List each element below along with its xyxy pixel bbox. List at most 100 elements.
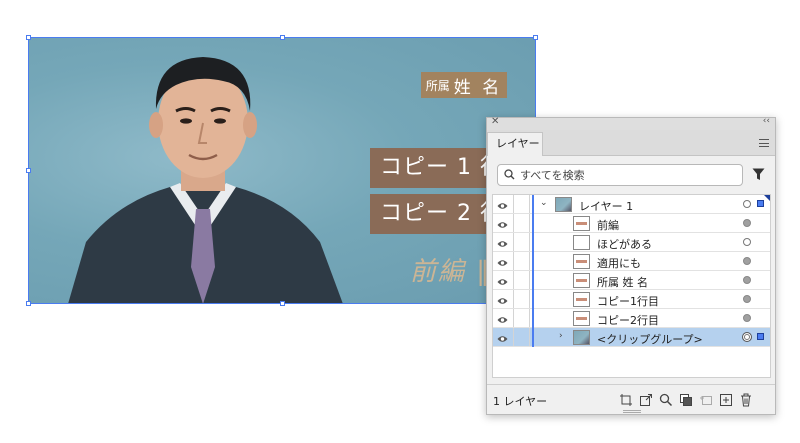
current-layer-corner-icon [764, 195, 770, 201]
resize-handle-bottom[interactable] [280, 301, 285, 306]
locate-object-icon[interactable] [659, 392, 673, 407]
layer-name: 適用にも [597, 257, 641, 270]
layer-row[interactable]: 所属 姓 名 [493, 271, 770, 290]
target-circle-icon[interactable] [743, 276, 751, 284]
target-circle-icon[interactable] [742, 332, 752, 342]
column-divider [529, 328, 530, 346]
resize-grip[interactable] [623, 410, 641, 413]
target-circle-icon[interactable] [743, 295, 751, 303]
expand-arrow-icon[interactable]: › [559, 331, 563, 341]
layer-thumbnail [573, 216, 590, 231]
new-sublayer-icon[interactable] [699, 392, 713, 406]
search-icon [504, 169, 515, 180]
layer-thumbnail [573, 273, 590, 288]
layer-thumbnail [573, 254, 590, 269]
column-divider [529, 309, 530, 327]
layers-panel: ✕ ‹‹ レイヤー ⌄ レイヤー 1 前編ほどがある適用にも所属 姓 名コピー1行目… [486, 116, 776, 415]
target-circle-icon[interactable] [743, 257, 751, 265]
target-circle-icon[interactable] [743, 200, 751, 208]
export-icon[interactable] [639, 392, 653, 406]
visibility-eye-icon[interactable] [497, 333, 508, 346]
visibility-eye-icon[interactable] [497, 200, 508, 213]
name-text: 姓 名 [453, 77, 503, 98]
target-circle-icon[interactable] [743, 314, 751, 322]
businessman-photo [68, 57, 343, 304]
target-circle-icon[interactable] [743, 238, 751, 246]
layer-thumbnail [573, 330, 590, 345]
panel-toolbar [619, 392, 753, 407]
layer-thumbnail [573, 235, 590, 250]
zenpen-text[interactable]: 前編 ‖ [410, 251, 491, 288]
column-divider [513, 290, 514, 308]
column-divider [513, 195, 514, 213]
layer-row[interactable]: ほどがある [493, 233, 770, 252]
target-circle-icon[interactable] [743, 219, 751, 227]
layer-color-bar [532, 328, 534, 347]
layer-color-bar [532, 271, 534, 290]
layer-name: 所属 姓 名 [597, 276, 648, 289]
column-divider [529, 271, 530, 289]
filter-icon[interactable] [752, 168, 765, 181]
layer-row[interactable]: › <クリップグループ> [493, 328, 770, 347]
layers-list: ⌄ レイヤー 1 前編ほどがある適用にも所属 姓 名コピー1行目 コピー2行目 › <クリ… [492, 194, 771, 378]
column-divider [513, 233, 514, 251]
resize-handle-left[interactable] [26, 168, 31, 173]
layer-row[interactable]: コピー2行目 [493, 309, 770, 328]
trash-icon[interactable] [739, 392, 753, 407]
panel-menu-icon[interactable] [759, 139, 769, 147]
layer-row-parent[interactable]: ⌄ レイヤー 1 [493, 195, 770, 214]
layer-thumbnail [573, 311, 590, 326]
visibility-eye-icon[interactable] [497, 219, 508, 232]
affiliation-text: 所属 [425, 78, 450, 93]
layer-color-bar [532, 233, 534, 252]
layer-thumbnail [573, 292, 590, 307]
panel-tab-bar: レイヤー [487, 130, 775, 156]
column-divider [513, 252, 514, 270]
layer-color-bar [532, 290, 534, 309]
collapse-arrow-icon[interactable]: ⌄ [540, 198, 548, 208]
layer-thumbnail [555, 197, 572, 212]
selection-square-icon[interactable] [757, 333, 764, 340]
layer-color-bar [532, 214, 534, 233]
search-input[interactable] [520, 167, 735, 183]
resize-handle-top-left[interactable] [26, 35, 31, 40]
column-divider [513, 214, 514, 232]
layer-color-bar [532, 195, 534, 214]
column-divider [529, 252, 530, 270]
column-divider [513, 309, 514, 327]
artboard-clip-icon[interactable] [619, 392, 633, 406]
layer-color-bar [532, 309, 534, 328]
resize-handle-top[interactable] [280, 35, 285, 40]
name-tag[interactable]: 所属 姓 名 [421, 72, 507, 98]
column-divider [529, 214, 530, 232]
column-divider [513, 271, 514, 289]
layer-color-bar [532, 252, 534, 271]
layer-count-text: 1 レイヤー [493, 395, 548, 408]
column-divider [529, 290, 530, 308]
selection-square-icon[interactable] [757, 200, 764, 207]
resize-handle-top-right[interactable] [533, 35, 538, 40]
resize-handle-bottom-left[interactable] [26, 301, 31, 306]
layer-row[interactable]: コピー1行目 [493, 290, 770, 309]
new-layer-icon[interactable] [719, 392, 733, 406]
mask-icon[interactable] [679, 392, 693, 406]
tab-layers[interactable]: レイヤー [487, 132, 543, 156]
panel-title-bar[interactable]: ✕ ‹‹ [487, 116, 775, 130]
column-divider [529, 233, 530, 251]
visibility-eye-icon[interactable] [497, 238, 508, 251]
layer-row[interactable]: 適用にも [493, 252, 770, 271]
layer-row[interactable]: 前編 [493, 214, 770, 233]
collapse-icon[interactable]: ‹‹ [763, 116, 770, 126]
search-box[interactable] [497, 164, 743, 186]
search-row [487, 156, 775, 190]
visibility-eye-icon[interactable] [497, 314, 508, 327]
close-icon[interactable]: ✕ [491, 116, 499, 127]
layer-name: レイヤー 1 [579, 200, 634, 213]
column-divider [513, 328, 514, 346]
visibility-eye-icon[interactable] [497, 276, 508, 289]
artboard[interactable]: 所属 姓 名 コピー 1 行目 コピー 2 行目 前編 ‖ [28, 37, 536, 304]
layer-name: ほどがある [597, 238, 652, 251]
layer-name: コピー1行目 [597, 295, 659, 308]
visibility-eye-icon[interactable] [497, 295, 508, 308]
visibility-eye-icon[interactable] [497, 257, 508, 270]
